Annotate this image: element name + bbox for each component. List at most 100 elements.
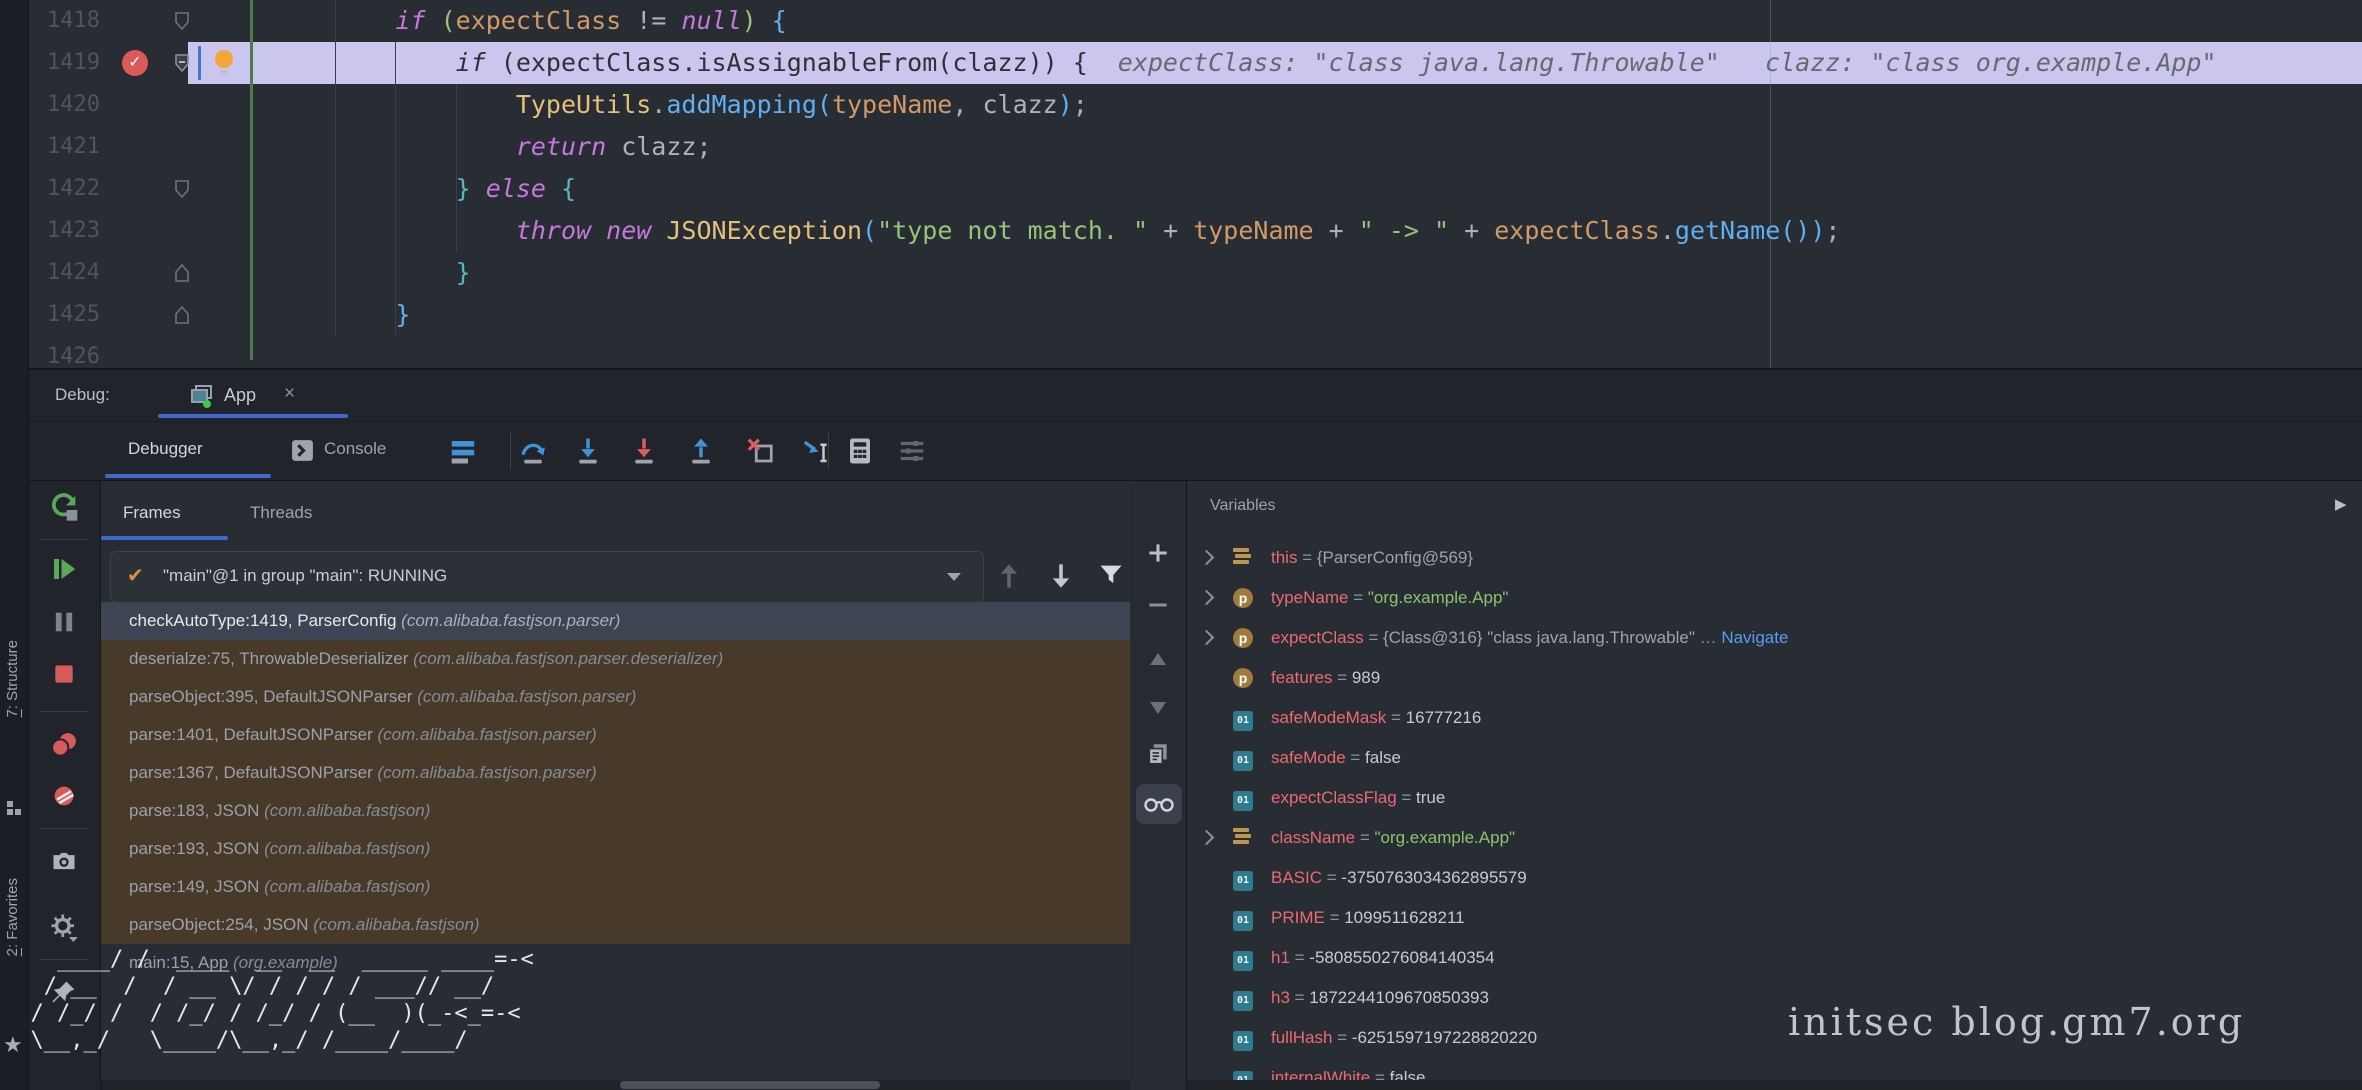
code-line-1419[interactable]: 1419 ✓ if (expectClass.isAssignableFrom(c… <box>28 42 2362 84</box>
variable-row[interactable]: this = {ParserConfig@569} <box>1187 538 2362 578</box>
stop-icon[interactable] <box>42 652 86 696</box>
expand-chevron-icon[interactable] <box>1199 590 1215 606</box>
fold-marker-icon[interactable] <box>174 54 190 77</box>
primitive-icon: 01 <box>1233 948 1253 968</box>
show-execution-point-icon[interactable] <box>441 429 485 473</box>
variable-row[interactable]: pfeatures = 989 <box>1187 658 2362 698</box>
line-number[interactable]: 1425 <box>32 294 100 336</box>
force-step-into-icon[interactable] <box>622 429 666 473</box>
intention-bulb-icon[interactable] <box>212 49 236 81</box>
code-text[interactable]: } <box>275 252 471 294</box>
fold-marker-icon[interactable] <box>174 180 190 203</box>
panel-arrow-icon[interactable]: ▶ <box>2335 495 2347 513</box>
variable-text: safeMode = false <box>1271 738 1401 778</box>
step-over-icon[interactable] <box>511 429 555 473</box>
mute-breakpoints-icon[interactable] <box>42 774 86 818</box>
filter-icon[interactable] <box>1097 561 1125 594</box>
evaluate-expression-icon[interactable] <box>838 429 882 473</box>
resume-icon[interactable] <box>42 547 86 591</box>
horizontal-scrollbar[interactable] <box>1187 1080 2362 1090</box>
remove-watch-icon[interactable] <box>1136 583 1180 627</box>
pause-icon[interactable] <box>42 600 86 644</box>
code-line-1420[interactable]: 1420 TypeUtils.addMapping(typeName, claz… <box>28 84 2362 126</box>
code-line-1418[interactable]: 1418 if (expectClass != null) { <box>28 0 2362 42</box>
line-number[interactable]: 1419 <box>32 42 100 84</box>
code-line-1421[interactable]: 1421 return clazz; <box>28 126 2362 168</box>
expand-chevron-icon[interactable] <box>1199 830 1215 846</box>
line-number[interactable]: 1418 <box>32 0 100 42</box>
variable-row[interactable]: 01PRIME = 1099511628211 <box>1187 898 2362 938</box>
expand-chevron-icon[interactable] <box>1199 550 1215 566</box>
move-up-icon[interactable] <box>1136 638 1180 682</box>
variable-row[interactable]: 01expectClassFlag = true <box>1187 778 2362 818</box>
expand-chevron-icon[interactable] <box>1199 630 1215 646</box>
sidebar-item-favorites[interactable]: 2: Favorites <box>4 878 21 956</box>
line-number[interactable]: 1420 <box>32 84 100 126</box>
code-text[interactable]: } <box>275 294 410 336</box>
code-line-1425[interactable]: 1425 } <box>28 294 2362 336</box>
thread-selector[interactable]: ✔ "main"@1 in group "main": RUNNING <box>110 551 984 603</box>
code-text[interactable]: } else { <box>275 168 576 210</box>
show-watches-icon[interactable] <box>1136 784 1182 824</box>
tab-threads[interactable]: Threads <box>250 489 312 537</box>
fold-marker-icon[interactable] <box>174 306 190 329</box>
frame-up-icon[interactable] <box>995 559 1023 598</box>
code-text[interactable]: return clazz; <box>275 126 712 168</box>
variables-side-toolbar <box>1131 481 1187 1090</box>
line-number[interactable]: 1421 <box>32 126 100 168</box>
horizontal-scrollbar[interactable] <box>101 1080 1130 1090</box>
fold-marker-icon[interactable] <box>174 12 190 35</box>
scrollbar-thumb[interactable] <box>620 1081 880 1089</box>
code-line-1424[interactable]: 1424 } <box>28 252 2362 294</box>
variable-row[interactable]: pexpectClass = {Class@316} "class java.l… <box>1187 618 2362 658</box>
add-watch-icon[interactable] <box>1136 531 1180 575</box>
close-icon[interactable]: × <box>284 370 295 418</box>
run-to-cursor-icon[interactable] <box>794 429 838 473</box>
debug-settings-icon[interactable] <box>42 905 86 949</box>
variable-row[interactable]: 01safeMode = false <box>1187 738 2362 778</box>
code-text[interactable]: if (expectClass.isAssignableFrom(clazz))… <box>275 42 2217 84</box>
tab-frames[interactable]: Frames <box>123 489 181 537</box>
code-line-1426[interactable]: 1426 <box>28 336 2362 368</box>
stack-frame-row[interactable]: checkAutoType:1419, ParserConfig (com.al… <box>101 602 1130 640</box>
drop-frame-icon[interactable] <box>738 429 782 473</box>
code-line-1423[interactable]: 1423 throw new JSONException("type not m… <box>28 210 2362 252</box>
line-number[interactable]: 1423 <box>32 210 100 252</box>
thread-dump-icon[interactable] <box>42 839 86 883</box>
stack-frame-row[interactable]: parse:149, JSON (com.alibaba.fastjson) <box>101 868 1130 906</box>
code-text[interactable]: if (expectClass != null) { <box>275 0 787 42</box>
code-text[interactable]: TypeUtils.addMapping(typeName, clazz); <box>275 84 1088 126</box>
tab-console[interactable]: Console <box>324 422 386 476</box>
fold-marker-icon[interactable] <box>174 264 190 287</box>
line-number[interactable]: 1426 <box>32 336 100 368</box>
breakpoint-icon[interactable]: ✓ <box>122 50 148 76</box>
stack-frame-row[interactable]: parse:1367, DefaultJSONParser (com.aliba… <box>101 754 1130 792</box>
stack-frame-row[interactable]: deserialze:75, ThrowableDeserializer (co… <box>101 640 1130 678</box>
sidebar-item-structure[interactable]: 7: Structure <box>4 640 21 718</box>
view-breakpoints-icon[interactable] <box>42 723 86 767</box>
line-number[interactable]: 1422 <box>32 168 100 210</box>
code-line-1422[interactable]: 1422 } else { <box>28 168 2362 210</box>
step-into-icon[interactable] <box>566 429 610 473</box>
stack-frame-row[interactable]: parse:1401, DefaultJSONParser (com.aliba… <box>101 716 1130 754</box>
code-editor[interactable]: 1418 if (expectClass != null) {1419✓ if … <box>28 0 2362 368</box>
variable-row[interactable]: 01BASIC = -3750763034362895579 <box>1187 858 2362 898</box>
stack-frame-row[interactable]: parse:183, JSON (com.alibaba.fastjson) <box>101 792 1130 830</box>
line-number[interactable]: 1424 <box>32 252 100 294</box>
code-text[interactable]: throw new JSONException("type not match.… <box>275 210 1840 252</box>
variable-row[interactable]: className = "org.example.App" <box>1187 818 2362 858</box>
tab-debugger[interactable]: Debugger <box>128 422 203 476</box>
variable-row[interactable]: 01safeModeMask = 16777216 <box>1187 698 2362 738</box>
move-down-icon[interactable] <box>1136 685 1180 729</box>
rerun-icon[interactable] <box>42 484 86 528</box>
stack-frame-row[interactable]: parseObject:254, JSON (com.alibaba.fastj… <box>101 906 1130 944</box>
stack-frame-row[interactable]: parseObject:395, DefaultJSONParser (com.… <box>101 678 1130 716</box>
frame-down-icon[interactable] <box>1047 559 1075 598</box>
step-out-icon[interactable] <box>679 429 723 473</box>
variable-row[interactable]: 01h1 = -5808550276084140354 <box>1187 938 2362 978</box>
debug-session-tab[interactable]: App <box>224 370 256 420</box>
stack-frame-row[interactable]: parse:193, JSON (com.alibaba.fastjson) <box>101 830 1130 868</box>
variable-row[interactable]: ptypeName = "org.example.App" <box>1187 578 2362 618</box>
layout-settings-icon[interactable] <box>890 429 934 473</box>
copy-icon[interactable] <box>1136 732 1180 776</box>
